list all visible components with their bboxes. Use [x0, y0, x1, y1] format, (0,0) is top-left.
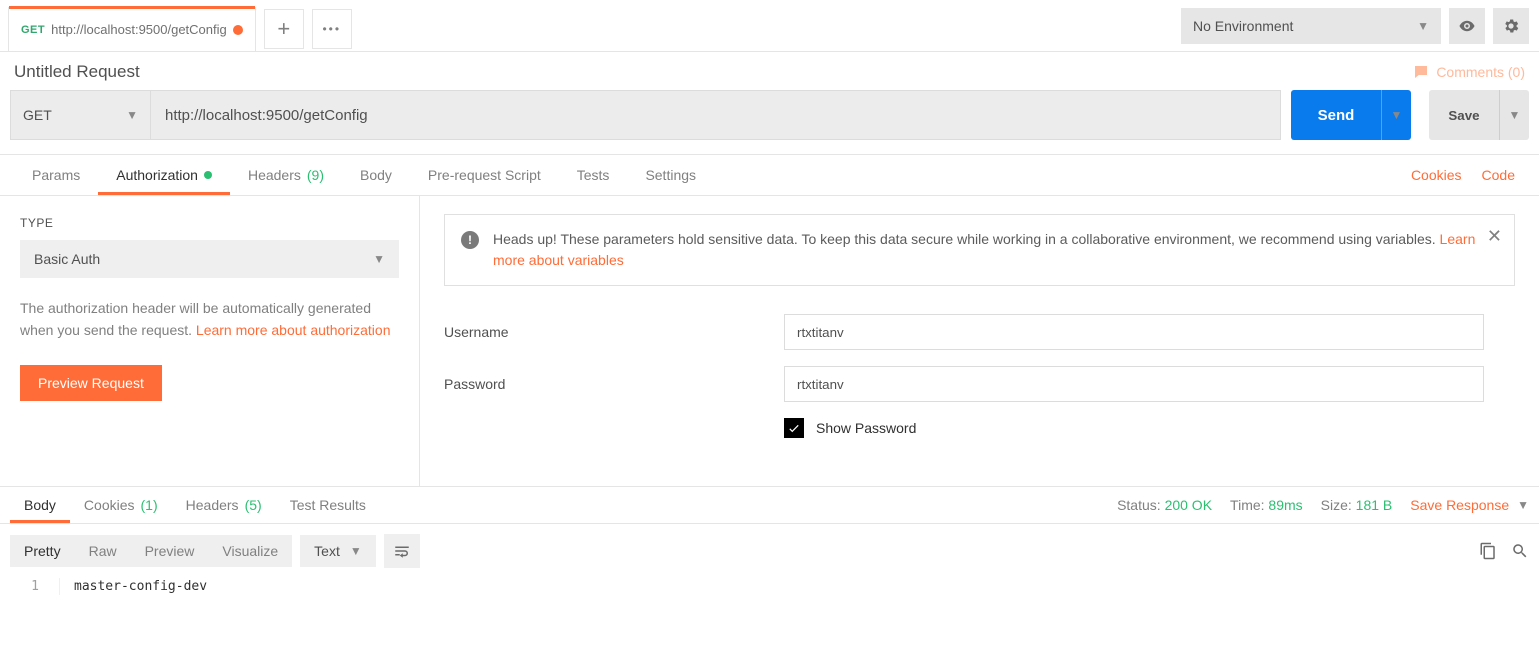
- save-options-button[interactable]: ▼: [1499, 90, 1529, 140]
- cookies-count: (1): [141, 497, 158, 513]
- tab-params[interactable]: Params: [14, 155, 98, 195]
- preview-request-button[interactable]: Preview Request: [20, 365, 162, 401]
- request-title: Untitled Request: [14, 62, 140, 82]
- wrap-icon: [393, 542, 411, 560]
- active-dot-icon: [204, 171, 212, 179]
- eye-icon: [1458, 17, 1476, 35]
- url-input[interactable]: [151, 91, 1280, 139]
- send-options-button[interactable]: ▼: [1381, 90, 1411, 140]
- unsaved-dot-icon: [233, 25, 243, 35]
- line-number: 1: [0, 578, 60, 595]
- tab-headers[interactable]: Headers (9): [230, 155, 342, 195]
- banner-close-button[interactable]: ✕: [1487, 227, 1502, 245]
- comments-label: Comments (0): [1436, 64, 1525, 80]
- chevron-down-icon: ▼: [1509, 108, 1521, 122]
- save-response-button[interactable]: Save Response ▼: [1410, 497, 1529, 513]
- new-tab-button[interactable]: +: [264, 9, 304, 49]
- environment-label: No Environment: [1193, 18, 1293, 34]
- username-label: Username: [444, 324, 784, 340]
- gear-icon: [1502, 17, 1520, 35]
- headers-count: (9): [307, 167, 324, 183]
- show-password-label: Show Password: [816, 420, 916, 436]
- language-select[interactable]: Text ▼: [300, 535, 376, 567]
- password-input[interactable]: [784, 366, 1484, 402]
- chevron-down-icon: ▼: [126, 108, 138, 122]
- tab-settings[interactable]: Settings: [627, 155, 714, 195]
- view-raw[interactable]: Raw: [75, 535, 131, 567]
- environment-dropdown[interactable]: No Environment ▼: [1181, 8, 1441, 44]
- status-meta: Status: 200 OK: [1117, 497, 1212, 513]
- auth-type-select[interactable]: Basic Auth ▼: [20, 240, 399, 278]
- resp-tab-tests[interactable]: Test Results: [276, 487, 380, 523]
- view-preview[interactable]: Preview: [131, 535, 209, 567]
- wrap-lines-button[interactable]: [384, 534, 420, 568]
- chevron-down-icon: ▼: [373, 252, 385, 266]
- resp-tab-body[interactable]: Body: [10, 487, 70, 523]
- chevron-down-icon: ▼: [1517, 498, 1529, 512]
- copy-icon[interactable]: [1479, 542, 1497, 560]
- size-meta: Size: 181 B: [1321, 497, 1393, 513]
- chevron-down-icon: ▼: [350, 544, 362, 558]
- request-tab[interactable]: GET http://localhost:9500/getConfig: [8, 7, 256, 51]
- resp-headers-count: (5): [245, 497, 262, 513]
- password-label: Password: [444, 376, 784, 392]
- tab-body[interactable]: Body: [342, 155, 410, 195]
- comments-button[interactable]: Comments (0): [1412, 63, 1525, 81]
- info-icon: !: [461, 231, 479, 249]
- method-value: GET: [23, 107, 52, 123]
- auth-type-value: Basic Auth: [34, 251, 100, 267]
- tab-method: GET: [21, 24, 45, 36]
- tab-authorization[interactable]: Authorization: [98, 155, 230, 195]
- tab-prerequest[interactable]: Pre-request Script: [410, 155, 559, 195]
- chevron-down-icon: ▼: [1417, 19, 1429, 33]
- show-password-checkbox[interactable]: [784, 418, 804, 438]
- cookies-link[interactable]: Cookies: [1401, 155, 1472, 195]
- tab-options-button[interactable]: [312, 9, 352, 49]
- comment-icon: [1412, 63, 1430, 81]
- auth-help-link[interactable]: Learn more about authorization: [196, 322, 391, 338]
- response-content: master-config-dev: [60, 578, 221, 595]
- sensitive-data-banner: ! Heads up! These parameters hold sensit…: [444, 214, 1515, 286]
- time-meta: Time: 89ms: [1230, 497, 1303, 513]
- quick-look-button[interactable]: [1449, 8, 1485, 44]
- save-button[interactable]: Save: [1429, 90, 1499, 140]
- tab-headers-label: Headers: [248, 167, 301, 183]
- code-link[interactable]: Code: [1472, 155, 1525, 195]
- method-select[interactable]: GET ▼: [11, 91, 151, 139]
- plus-icon: +: [277, 18, 290, 40]
- resp-tab-cookies[interactable]: Cookies (1): [70, 487, 172, 523]
- auth-help-text: The authorization header will be automat…: [20, 298, 399, 341]
- view-pretty[interactable]: Pretty: [10, 535, 75, 567]
- view-visualize[interactable]: Visualize: [208, 535, 292, 567]
- env-settings-button[interactable]: [1493, 8, 1529, 44]
- username-input[interactable]: [784, 314, 1484, 350]
- chevron-down-icon: ▼: [1391, 108, 1403, 122]
- tab-authorization-label: Authorization: [116, 167, 198, 183]
- check-icon: [787, 421, 801, 435]
- tab-tests[interactable]: Tests: [559, 155, 628, 195]
- view-mode-segment: Pretty Raw Preview Visualize: [10, 535, 292, 567]
- resp-tab-headers[interactable]: Headers (5): [172, 487, 276, 523]
- send-button[interactable]: Send: [1291, 90, 1381, 140]
- type-label: TYPE: [20, 216, 399, 230]
- search-icon[interactable]: [1511, 542, 1529, 560]
- tab-url: http://localhost:9500/getConfig: [51, 22, 227, 37]
- response-body: 1 master-config-dev: [0, 578, 1539, 595]
